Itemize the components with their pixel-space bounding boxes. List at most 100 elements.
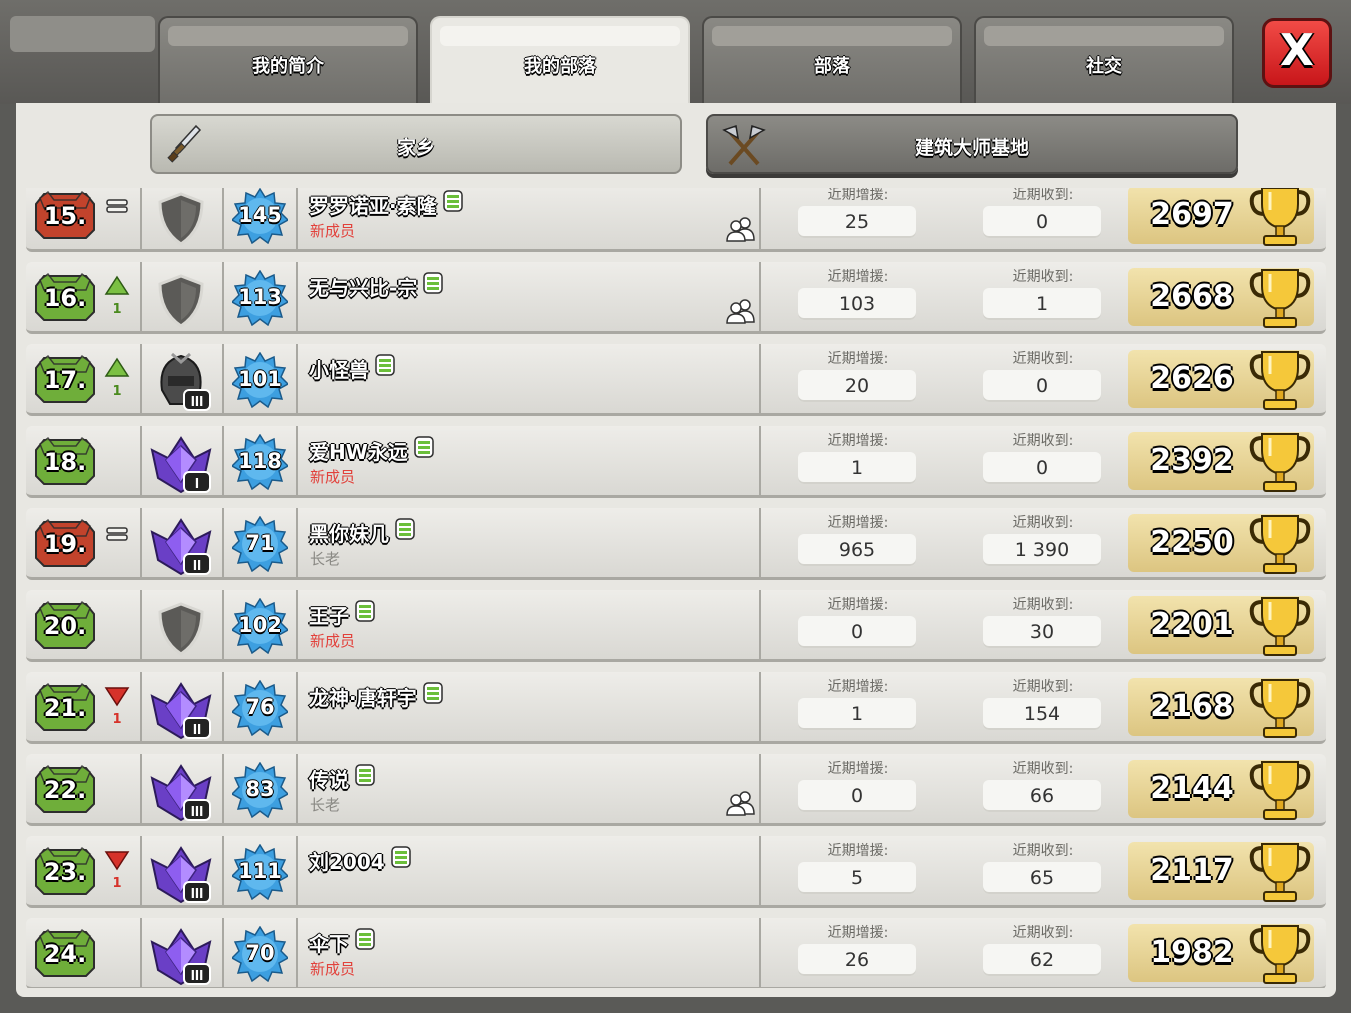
received-caption: 近期收到: [1012, 188, 1074, 203]
rank-trend: 1 [104, 274, 130, 322]
member-name[interactable]: 刘2004 [309, 846, 411, 875]
svg-text:III: III [191, 967, 204, 984]
trend-value: 1 [112, 876, 122, 891]
member-name[interactable]: 龙神·唐轩宇 [309, 682, 443, 711]
trend-down-icon [104, 687, 130, 707]
member-name[interactable]: 黑你妹几 [309, 518, 415, 547]
xp-level: 118 [238, 449, 282, 473]
received-stat: 近期收到: 66 [983, 758, 1103, 812]
rank-badge: 16. [34, 272, 96, 324]
member-name[interactable]: 王子 [309, 600, 375, 629]
trend-up-icon [104, 357, 130, 377]
donated-value: 5 [798, 862, 916, 894]
received-caption: 近期收到: [1012, 843, 1074, 859]
rank-badge: 17. [34, 354, 96, 406]
received-stat: 近期收到: 154 [983, 676, 1103, 730]
trophy-box: 2250 [1128, 514, 1314, 574]
league-badge: I [148, 432, 214, 494]
divider [296, 262, 298, 331]
member-name[interactable]: 罗罗诺亚·索隆 [309, 190, 463, 219]
divider [222, 754, 224, 823]
subtab-label: 家乡 [396, 137, 435, 159]
received-stat: 近期收到: 30 [983, 594, 1103, 648]
member-role: 新成员 [310, 960, 356, 978]
received-value: 1 390 [983, 534, 1101, 566]
member-row[interactable]: 23. 1 III 111 刘2004 近期增援: 5 近期收到: 65 211… [26, 836, 1326, 908]
subtab-home-village[interactable]: 家乡 [150, 114, 682, 174]
crystal-league-icon: III [150, 928, 212, 986]
divider [759, 672, 761, 741]
trophy-count: 2117 [1150, 853, 1234, 888]
rank-number: 15. [43, 202, 87, 230]
profile-card-icon [422, 682, 443, 704]
rank-badge: 21. [34, 682, 96, 734]
member-row[interactable]: 21. 1 II 76 龙神·唐轩宇 近期增援: 1 近期收到: 154 216… [26, 672, 1326, 744]
divider [140, 262, 142, 331]
member-name[interactable]: 传说 [309, 764, 375, 793]
close-button[interactable]: X [1262, 18, 1332, 88]
tab-label: 我的简介 [252, 56, 324, 77]
divider [222, 508, 224, 577]
trophy-box: 2697 [1128, 188, 1314, 246]
member-row[interactable]: 17. 1 III 101 小怪兽 近期增援: 20 近期收到: 0 2626 [26, 344, 1326, 416]
received-value: 0 [983, 452, 1101, 484]
tab-clans[interactable]: 部落 [702, 16, 962, 106]
tab-social[interactable]: 社交 [974, 16, 1234, 106]
member-row[interactable]: 22. III 83 传说 长老 近期增援: 0 近期收到: 66 2144 [26, 754, 1326, 826]
league-badge: II [148, 678, 214, 740]
xp-level: 145 [238, 203, 282, 227]
member-row[interactable]: 19. II 71 黑你妹几 长老 近期增援: 965 近期收到: 1 390 … [26, 508, 1326, 580]
divider [140, 590, 142, 659]
member-list[interactable]: 15. 145 罗罗诺亚·索隆 新成员 近期增援: 25 近期收到: 0 269… [26, 188, 1326, 988]
trophy-box: 2168 [1128, 678, 1314, 738]
trend-value: 1 [112, 712, 122, 727]
member-name[interactable]: 爱HW永远 [309, 436, 434, 465]
crystal-league-icon: III [150, 764, 212, 822]
received-value: 62 [983, 944, 1101, 976]
rank-badge: 20. [34, 600, 96, 652]
xp-level-badge: 70 [230, 925, 290, 983]
member-row[interactable]: 15. 145 罗罗诺亚·索隆 新成员 近期增援: 25 近期收到: 0 269… [26, 188, 1326, 252]
received-caption: 近期收到: [1012, 433, 1074, 449]
donated-caption: 近期增援: [827, 269, 889, 285]
received-value: 0 [983, 206, 1101, 238]
member-role: 新成员 [310, 222, 356, 240]
divider [222, 836, 224, 905]
divider [296, 344, 298, 413]
divider [759, 262, 761, 331]
divider [140, 836, 142, 905]
member-row[interactable]: 20. 102 王子 新成员 近期增援: 0 近期收到: 30 2201 [26, 590, 1326, 662]
donated-value: 25 [798, 206, 916, 238]
subtab-label: 建筑大师基地 [914, 137, 1029, 159]
rank-number: 17. [43, 366, 87, 394]
member-name[interactable]: 伞下 [309, 928, 375, 957]
divider [759, 188, 761, 249]
xp-level: 76 [245, 695, 275, 719]
divider [140, 672, 142, 741]
divider [759, 754, 761, 823]
tab-highlight [984, 26, 1224, 46]
member-role: 新成员 [310, 632, 356, 650]
rank-trend: 1 [104, 848, 130, 896]
member-row[interactable]: 24. III 70 伞下 新成员 近期增援: 26 近期收到: 62 1982 [26, 918, 1326, 988]
divider [222, 344, 224, 413]
member-name[interactable]: 小怪兽 [309, 354, 395, 383]
subtab-builder-base[interactable]: 建筑大师基地 [706, 114, 1238, 174]
received-caption: 近期收到: [1012, 351, 1074, 367]
league-badge: III [148, 760, 214, 822]
trophy-count: 2626 [1150, 361, 1234, 396]
svg-text:III: III [191, 803, 204, 820]
xp-level: 71 [245, 531, 275, 555]
tab-highlight [440, 26, 680, 46]
member-row[interactable]: 16. 1 113 无与兴比-宗 近期增援: 103 近期收到: 1 2668 [26, 262, 1326, 334]
tab-my-profile[interactable]: 我的简介 [158, 16, 418, 106]
received-caption: 近期收到: [1012, 515, 1074, 531]
divider [140, 188, 142, 249]
received-caption: 近期收到: [1012, 597, 1074, 613]
member-row[interactable]: 18. I 118 爱HW永远 新成员 近期增援: 1 近期收到: 0 2392 [26, 426, 1326, 498]
member-name[interactable]: 无与兴比-宗 [309, 272, 444, 301]
tab-my-clan[interactable]: 我的部落 [430, 16, 690, 108]
unranked-league-icon [158, 192, 204, 246]
donated-stat: 近期增援: 0 [798, 594, 918, 648]
rank-badge: 22. [34, 764, 96, 816]
